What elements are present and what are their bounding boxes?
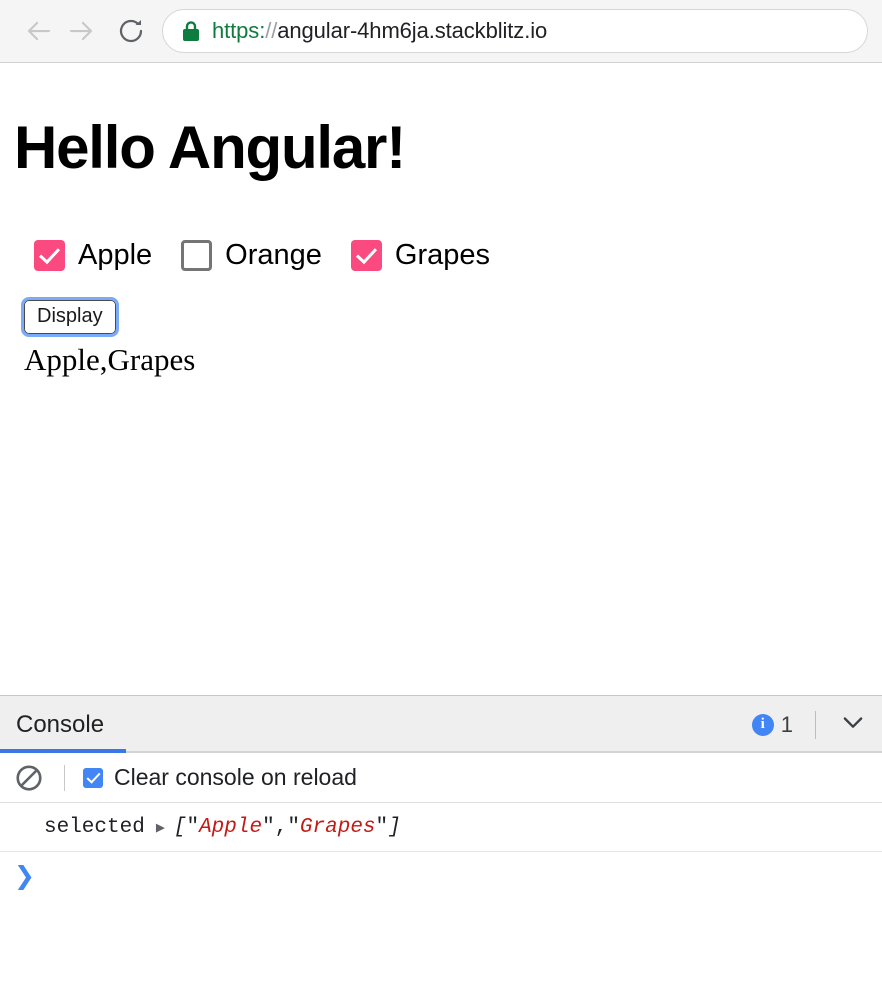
log-quote-close-1: " xyxy=(262,815,275,839)
info-count: 1 xyxy=(780,711,793,737)
lock-icon xyxy=(181,20,201,42)
checkbox-grapes[interactable] xyxy=(350,240,382,271)
info-badge[interactable]: i 1 xyxy=(751,711,793,738)
log-value-2: Grapes xyxy=(299,815,376,839)
checkbox-item-orange[interactable]: Orange xyxy=(181,239,322,272)
checkbox-label-grapes: Grapes xyxy=(394,239,491,271)
browser-toolbar: https://angular-4hm6ja.stackblitz.io xyxy=(0,0,882,63)
console-tab-label: Console xyxy=(16,710,105,738)
clear-on-reload-checkbox-wrapper[interactable]: Clear console on reload xyxy=(83,764,357,791)
display-button[interactable]: Display xyxy=(21,297,119,337)
fruit-checkbox-group: Apple Orange Grapes xyxy=(14,239,868,272)
log-close-bracket: ] xyxy=(388,815,401,839)
header-divider xyxy=(815,710,816,739)
forward-button[interactable] xyxy=(60,10,102,52)
console-prompt-row[interactable]: ❯ xyxy=(0,852,882,900)
console-header-underline xyxy=(0,751,882,753)
url-slashes: // xyxy=(265,18,278,43)
log-separator: , xyxy=(274,815,288,839)
toolbar-divider xyxy=(64,764,65,791)
checkbox-apple[interactable] xyxy=(34,240,65,271)
console-header: Console i 1 xyxy=(0,696,882,753)
reload-icon xyxy=(116,16,146,46)
ban-icon[interactable] xyxy=(14,763,44,793)
address-bar[interactable]: https://angular-4hm6ja.stackblitz.io xyxy=(162,9,868,53)
console-toolbar: Clear console on reload xyxy=(0,753,882,803)
checkbox-item-apple[interactable]: Apple xyxy=(34,239,152,272)
log-quote-open-2: " xyxy=(287,815,300,839)
display-button-row: Display xyxy=(14,297,868,337)
reload-button[interactable] xyxy=(110,10,152,52)
collapse-console-button[interactable] xyxy=(836,708,870,742)
log-open-bracket: [ xyxy=(173,815,187,839)
arrow-left-icon xyxy=(24,16,54,46)
console-panel: Console i 1 Clear console on reload sele… xyxy=(0,695,882,982)
expand-triangle-icon[interactable]: ▶ xyxy=(156,818,165,837)
checkbox-label-orange: Orange xyxy=(225,239,322,271)
log-quote-close-2: " xyxy=(375,815,389,839)
url-scheme: https: xyxy=(212,18,266,43)
page-content: Hello Angular! Apple Orange Grapes Displ… xyxy=(0,64,882,695)
chevron-down-icon xyxy=(839,708,867,741)
checkbox-item-grapes[interactable]: Grapes xyxy=(350,239,491,272)
selected-output-text: Apple,Grapes xyxy=(24,342,196,377)
arrow-right-icon xyxy=(66,16,96,46)
clear-on-reload-label: Clear console on reload xyxy=(114,764,357,790)
log-quote-open-1: " xyxy=(186,815,200,839)
url-text: https://angular-4hm6ja.stackblitz.io xyxy=(212,18,547,44)
log-value-1: Apple xyxy=(199,815,263,839)
tab-console[interactable]: Console xyxy=(0,696,127,753)
prompt-chevron-icon: ❯ xyxy=(14,862,35,890)
checkbox-orange[interactable] xyxy=(181,240,213,271)
info-icon: i xyxy=(751,713,774,736)
checkbox-label-apple: Apple xyxy=(78,239,153,271)
clear-on-reload-checkbox[interactable] xyxy=(83,767,103,788)
page-title: Hello Angular! xyxy=(14,114,406,181)
back-button[interactable] xyxy=(18,10,60,52)
console-header-actions: i 1 xyxy=(751,708,882,742)
console-log-row[interactable]: selected ▶ [" Apple ", " Grapes "] xyxy=(0,803,882,852)
url-host: angular-4hm6ja.stackblitz.io xyxy=(277,18,548,43)
log-variable-name: selected xyxy=(44,815,145,839)
